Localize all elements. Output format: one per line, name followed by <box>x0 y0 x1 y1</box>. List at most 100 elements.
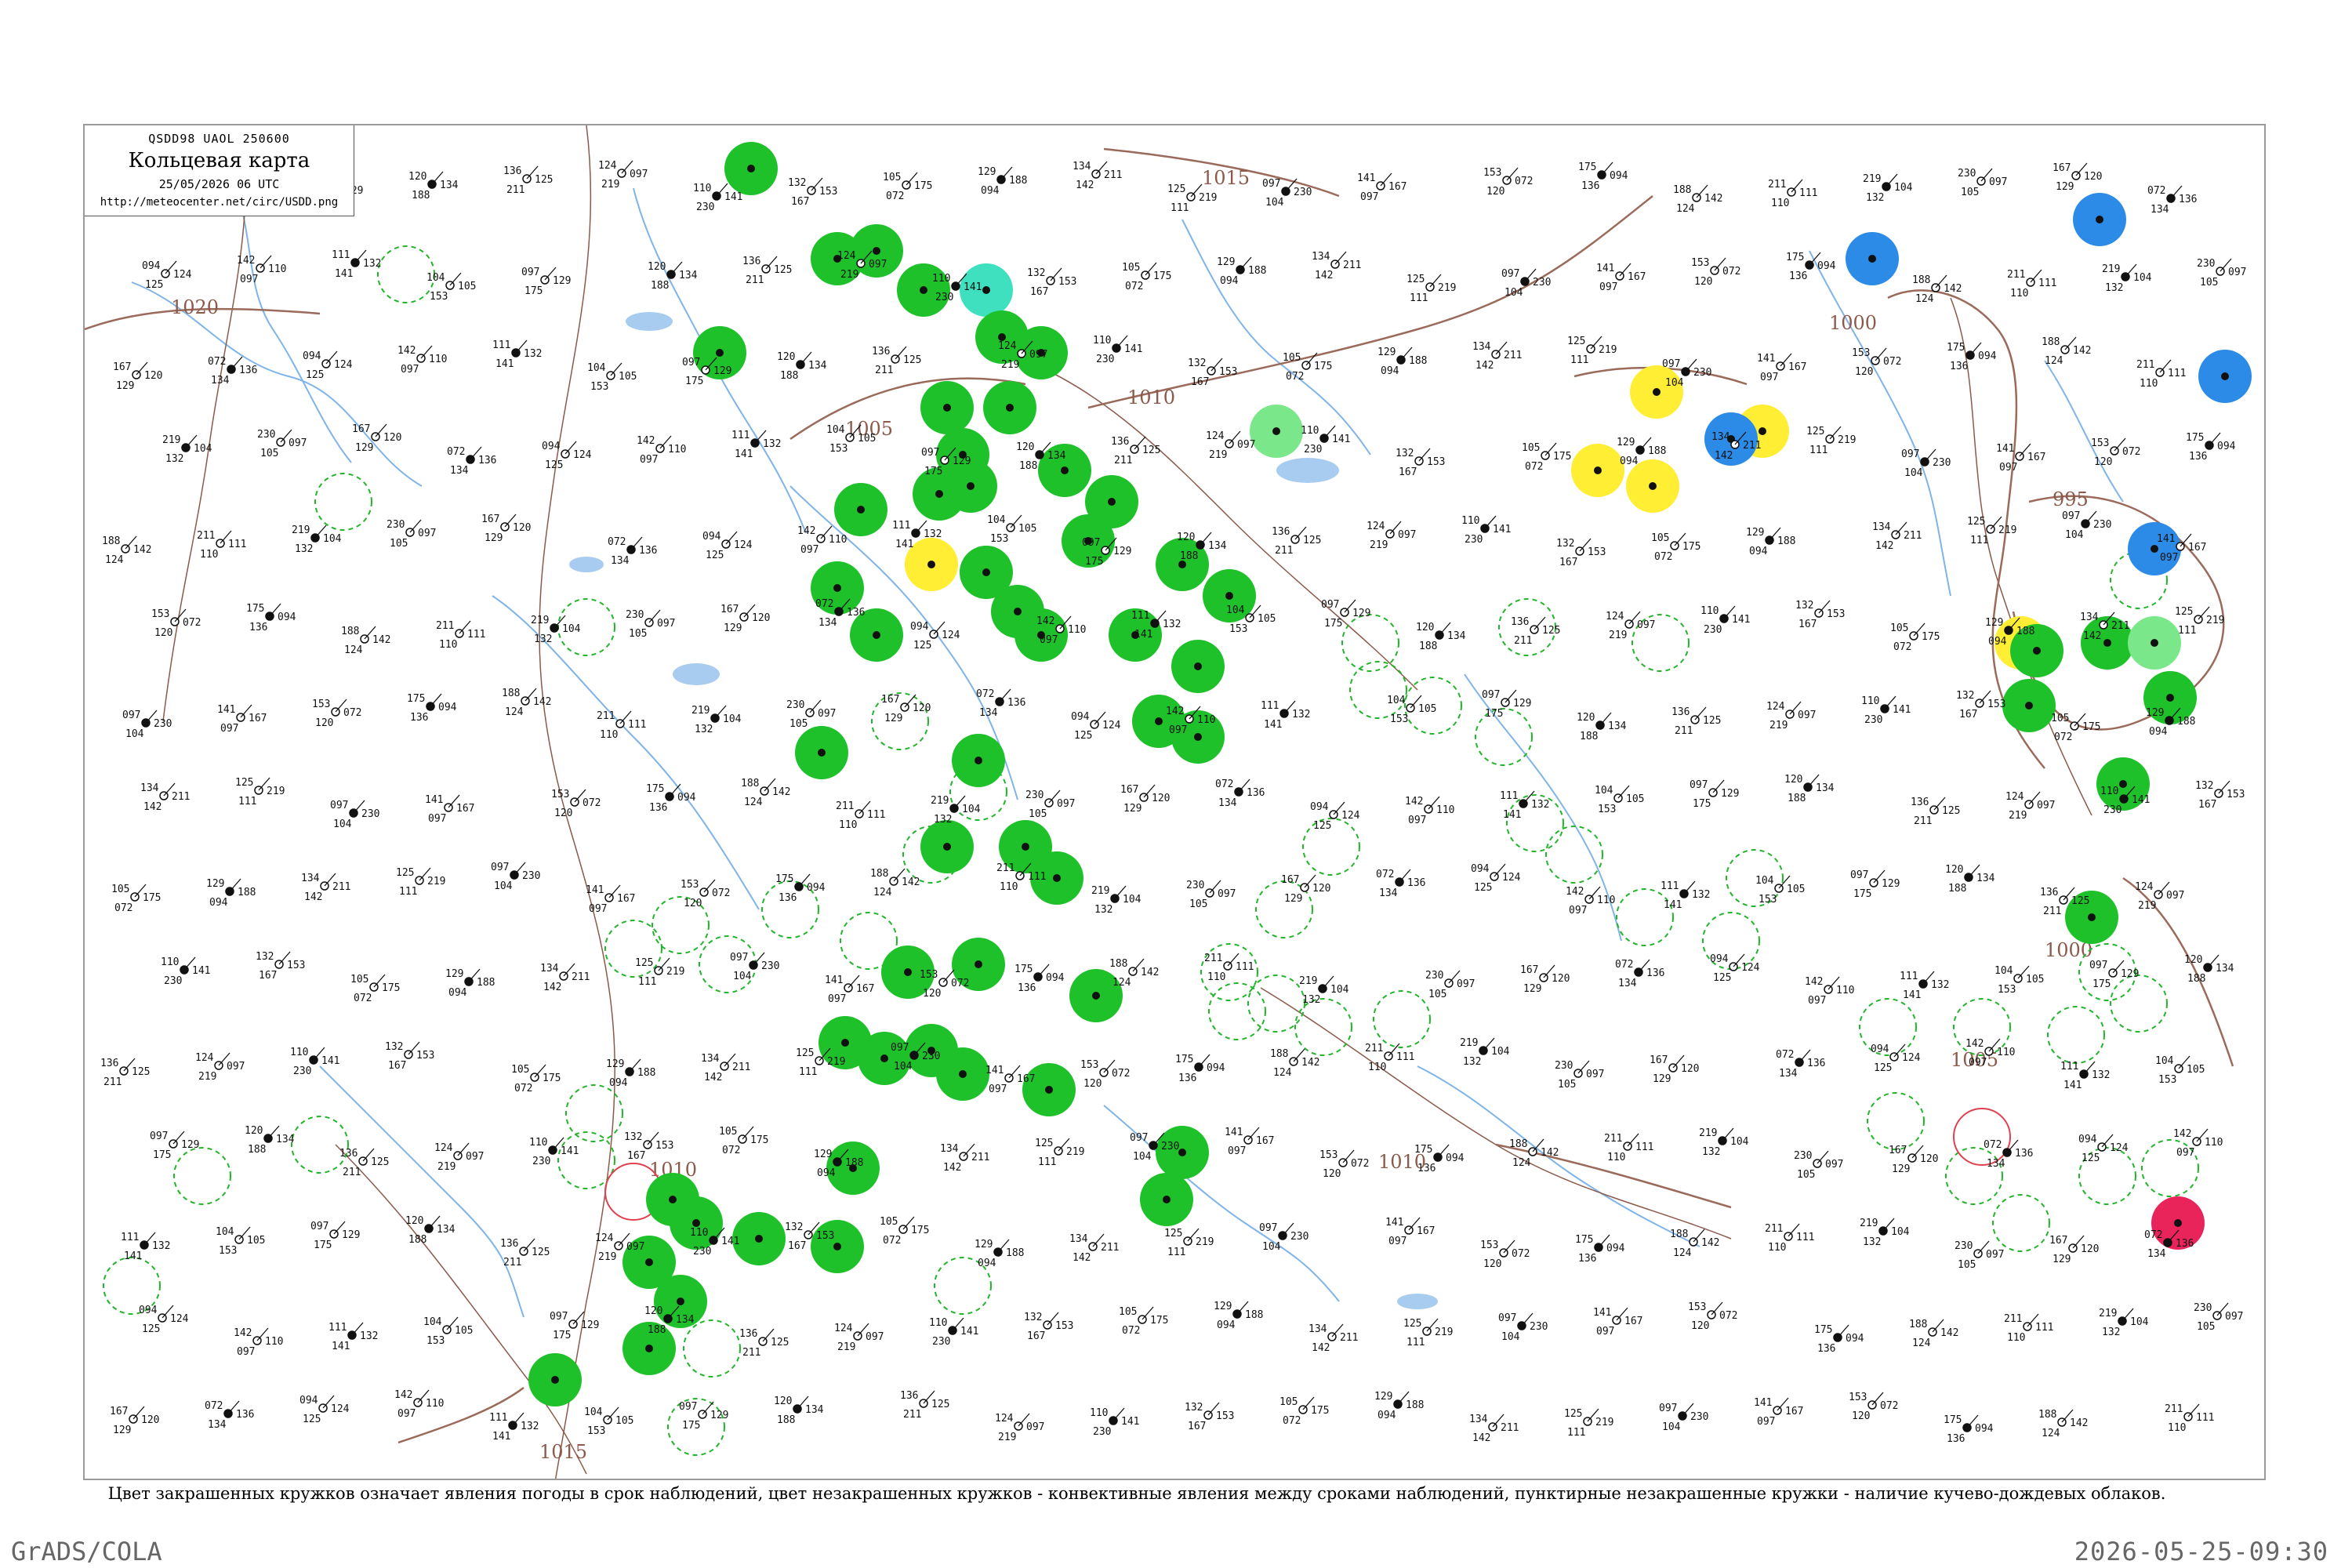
station-pressure: 167 <box>2027 452 2045 463</box>
station-dewpoint: 141 <box>1134 629 1152 641</box>
station-plot: 105 175 072 <box>880 1216 929 1247</box>
station-pressure: 097 <box>869 259 887 270</box>
station-pressure: 105 <box>2026 974 2044 985</box>
station-temp: 072 <box>1776 1049 1794 1061</box>
station-pressure: 072 <box>343 707 361 719</box>
station-pressure: 136 <box>1807 1058 1825 1069</box>
station-temp: 219 <box>1460 1037 1478 1049</box>
station-marker <box>747 165 755 172</box>
station-dewpoint: 110 <box>2010 288 2028 299</box>
station-temp: 142 <box>1566 886 1584 898</box>
station-temp: 072 <box>815 598 833 610</box>
station-plot: 141 167 097 <box>586 884 635 915</box>
station-pressure: 094 <box>1975 1423 1994 1435</box>
station-temp: 134 <box>1312 251 1330 263</box>
station-pressure: 120 <box>383 432 401 444</box>
station-plot: 097 129 175 <box>310 1221 360 1251</box>
station-pressure: 094 <box>1610 170 1628 182</box>
station-dewpoint: 104 <box>894 1061 913 1073</box>
station-temp: 094 <box>2078 1134 2097 1145</box>
station-dewpoint: 153 <box>426 1335 445 1347</box>
station-dewpoint: 104 <box>125 728 144 740</box>
station-temp: 111 <box>489 1412 507 1424</box>
station-pressure: 105 <box>1787 884 1805 895</box>
station-dewpoint: 105 <box>260 448 278 459</box>
station-pressure: 167 <box>456 803 474 815</box>
station-temp: 132 <box>624 1131 642 1143</box>
station-temp: 141 <box>1357 172 1375 184</box>
station-pressure: 124 <box>573 449 592 461</box>
station-dewpoint: 097 <box>828 993 846 1005</box>
station-temp: 141 <box>1754 1397 1772 1409</box>
station-pressure: 132 <box>1163 619 1181 630</box>
station-dewpoint: 167 <box>627 1150 645 1162</box>
station-pressure: 124 <box>1341 810 1360 822</box>
station-pressure: 132 <box>2092 1069 2110 1081</box>
station-temp: 142 <box>1166 706 1184 717</box>
station-plot: 105 175 072 <box>1522 442 1571 473</box>
station-dewpoint: 230 <box>2103 804 2122 816</box>
station-plot: 132 153 167 <box>1188 358 1237 388</box>
station-temp: 219 <box>931 795 949 807</box>
station-plot: 094 124 125 <box>910 621 960 652</box>
station-plot: 132 153 167 <box>385 1041 434 1072</box>
station-pressure: 211 <box>172 791 190 803</box>
station-pressure: 230 <box>2093 519 2111 531</box>
station-dewpoint: 129 <box>485 532 503 544</box>
station-plot: 167 120 129 <box>1650 1054 1699 1085</box>
station-temp: 124 <box>834 1323 853 1334</box>
station-temp: 134 <box>2080 612 2099 623</box>
station-dewpoint: 110 <box>1207 971 1225 983</box>
station-dewpoint: 111 <box>1570 354 1588 366</box>
station-plot: 219 104 132 <box>531 615 581 645</box>
station-temp: 097 <box>891 1042 909 1054</box>
station-plot: 175 094 136 <box>1786 252 1836 282</box>
station-pressure: 141 <box>321 1055 339 1067</box>
station-temp: 142 <box>1965 1038 1984 1050</box>
station-temp: 142 <box>234 1327 252 1339</box>
station-temp: 175 <box>1814 1324 1832 1336</box>
station-pressure: 105 <box>858 433 876 445</box>
station-pressure: 120 <box>1681 1063 1699 1075</box>
station-pressure: 142 <box>2073 345 2091 357</box>
station-plot: 167 120 129 <box>2049 1235 2099 1265</box>
station-temp: 125 <box>1564 1408 1582 1420</box>
station-pressure: 125 <box>903 354 921 366</box>
station-pressure: 132 <box>360 1330 378 1342</box>
station-dewpoint: 105 <box>1029 808 1047 820</box>
station-plot: 097 230 104 <box>1501 268 1551 299</box>
station-temp: 153 <box>1691 257 1709 269</box>
station-plot: 219 104 132 <box>1091 885 1142 916</box>
station-pressure: 132 <box>1531 799 1549 811</box>
station-marker <box>2166 694 2174 702</box>
station-pressure: 167 <box>1785 1406 1803 1417</box>
station-plot: 134 211 142 <box>1872 521 1922 552</box>
station-temp: 110 <box>1861 695 1879 707</box>
station-dewpoint: 097 <box>989 1083 1007 1095</box>
station-marker <box>677 1298 684 1305</box>
station-marker <box>1155 717 1163 725</box>
station-pressure: 104 <box>1730 1136 1749 1148</box>
station-plot: 175 094 136 <box>1814 1324 1864 1355</box>
station-dewpoint: 134 <box>818 617 837 629</box>
station-temp: 141 <box>1596 263 1614 274</box>
station-plot: 104 105 153 <box>1387 695 1436 725</box>
station-plot: 175 094 136 <box>246 603 296 633</box>
station-plot: 097 230 104 <box>330 800 379 830</box>
station-plot: 129 188 094 <box>445 968 495 999</box>
station-pressure: 072 <box>1515 176 1533 187</box>
station-plot: 104 105 153 <box>2155 1055 2205 1086</box>
station-pressure: 167 <box>1017 1073 1035 1085</box>
station-plot: 132 153 167 <box>1795 600 1845 630</box>
station-dewpoint: 120 <box>554 808 572 819</box>
station-pressure: 175 <box>1150 1315 1168 1327</box>
station-pressure: 104 <box>1123 894 1142 906</box>
station-temp: 105 <box>883 172 901 183</box>
station-dewpoint: 129 <box>2056 181 2074 193</box>
station-temp: 072 <box>205 1400 223 1412</box>
station-pressure: 132 <box>1931 979 1949 991</box>
map-url[interactable]: http://meteocenter.net/circ/USDD.png <box>85 196 354 209</box>
station-plot: 219 104 132 <box>2099 1308 2149 1338</box>
station-plot: 097 230 104 <box>1659 1403 1708 1433</box>
station-pressure: 124 <box>173 269 192 281</box>
